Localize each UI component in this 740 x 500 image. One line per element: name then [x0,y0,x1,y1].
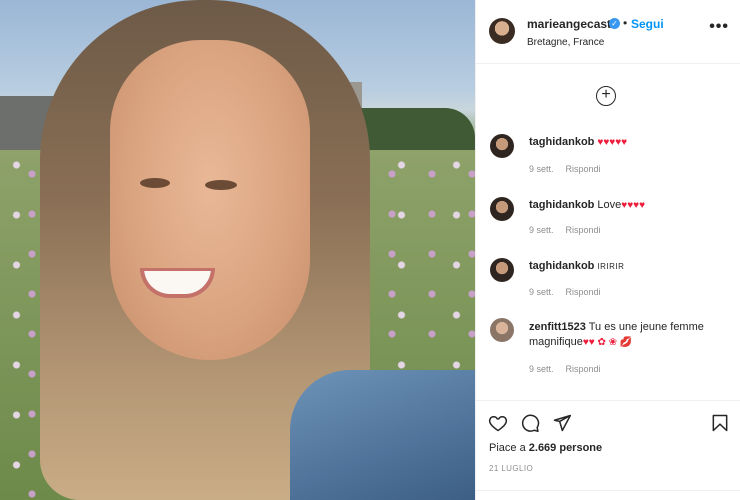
commenter-username: taghidankob ♥♥♥♥♥ [529,136,627,148]
comment-text: Love [597,199,622,211]
likes-number[interactable]: 2.669 persone [529,442,602,454]
author-avatar[interactable] [489,18,515,44]
commenter-username: taghidankob IRIRIR [529,260,624,272]
commenter-avatar[interactable] [490,258,514,282]
comment-meta: 9 sett. Rispondi [529,287,601,297]
comment-meta: 9 sett. Rispondi [529,364,601,374]
reply-button[interactable]: Rispondi [566,287,601,297]
commenter-username-text[interactable]: zenfitt1523 [529,321,586,333]
commenter-avatar[interactable] [490,134,514,158]
comment-hearts: ♥♥♥♥ [621,200,645,211]
post-photo[interactable] [0,0,475,500]
share-send-icon[interactable] [552,413,572,433]
author-username[interactable]: marieangecasta [527,17,618,31]
photo-eye-right [205,180,237,190]
comment-meta: 9 sett. Rispondi [529,225,601,235]
photo-eye-left [140,178,170,188]
comment-time[interactable]: 9 sett. [529,225,554,235]
comment-body: zenfitt1523 Tu es une jeune femme magnif… [529,320,719,350]
separator-dot: • [623,16,628,30]
comment-time[interactable]: 9 sett. [529,164,554,174]
reply-button[interactable]: Rispondi [566,364,601,374]
post-side-panel: marieangecasta ✓ • Segui Bretagne, Franc… [475,0,740,500]
reply-button[interactable]: Rispondi [566,225,601,235]
save-bookmark-icon[interactable] [710,413,730,433]
comment-icon[interactable] [520,413,540,433]
commenter-username-text[interactable]: taghidankob [529,260,594,272]
comment-hearts: ♥♥ ✿ ❀ 💋 [582,337,633,348]
divider [476,490,740,491]
more-options-icon[interactable]: ••• [709,19,729,35]
commenter-username-text[interactable]: taghidankob [529,136,594,148]
commenter-username-text[interactable]: taghidankob [529,199,594,211]
comment-text: IRIRIR [597,262,625,271]
load-more-comments-icon[interactable]: + [596,86,616,106]
comment-hearts: ♥♥♥♥♥ [597,137,628,148]
post-date: 21 LUGLIO [489,464,534,473]
reply-button[interactable]: Rispondi [566,164,601,174]
commenter-avatar[interactable] [490,318,514,342]
post-header: marieangecasta ✓ • Segui Bretagne, Franc… [476,0,740,64]
commenter-avatar[interactable] [490,197,514,221]
post-actions: Piace a 2.669 persone 21 LUGLIO [476,400,740,500]
photo-face [110,40,310,360]
commenter-username: taghidankob Love♥♥♥♥ [529,199,645,211]
photo-denim-jacket [290,370,475,500]
comment-time[interactable]: 9 sett. [529,364,554,374]
likes-prefix: Piace a [489,442,526,454]
follow-button[interactable]: Segui [631,17,664,31]
verified-badge-icon: ✓ [609,18,620,29]
like-heart-icon[interactable] [488,413,508,433]
comment-time[interactable]: 9 sett. [529,287,554,297]
comment-meta: 9 sett. Rispondi [529,164,601,174]
likes-count[interactable]: Piace a 2.669 persone [489,442,602,454]
post-location[interactable]: Bretagne, France [527,37,604,48]
